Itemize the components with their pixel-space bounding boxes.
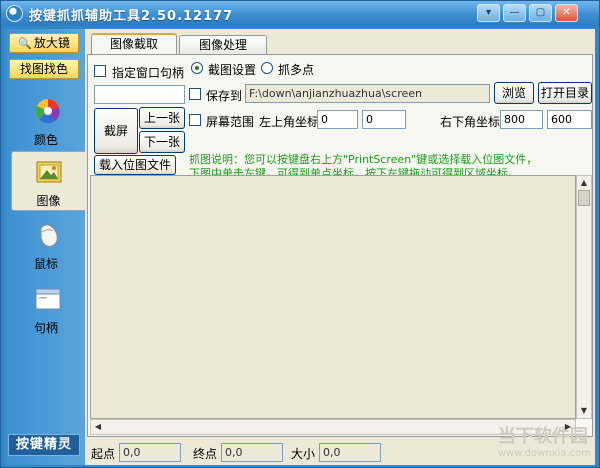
vertical-scrollbar[interactable]: ▲ ▼ — [576, 175, 592, 419]
title-bar[interactable]: 按键抓抓辅助工具2.50.12177 ▾ — ▢ ✕ — [1, 1, 599, 26]
find-image-color-button[interactable]: 找图找色 — [9, 59, 79, 79]
watermark-url: www.downxia.com — [497, 448, 591, 459]
browse-button[interactable]: 浏览 — [494, 82, 534, 104]
top-left-label: 左上角坐标 — [259, 115, 320, 129]
mouse-icon — [40, 224, 58, 247]
sidebar-item-label: 句柄 — [33, 321, 58, 335]
save-path-field[interactable]: F:\down\anjianzhuazhua\screen — [245, 84, 490, 103]
bottom-right-x-input[interactable]: 800 — [500, 110, 543, 129]
scroll-up-icon[interactable]: ▲ — [577, 176, 591, 190]
sidebar-item-color[interactable]: 颜色 — [11, 91, 81, 151]
app-window: 按键抓抓辅助工具2.50.12177 ▾ — ▢ ✕ 🔍 放大镜 找图找色 颜色… — [0, 0, 600, 468]
size-label: 大小 — [291, 447, 316, 461]
brand-logo: 按键精灵 — [8, 434, 80, 456]
maximize-button[interactable]: ▢ — [529, 4, 552, 22]
tab-image-capture[interactable]: 图像截取 — [91, 33, 177, 55]
load-bitmap-button[interactable]: 载入位图文件 — [94, 155, 176, 175]
capture-screen-button[interactable]: 截屏 — [94, 108, 138, 154]
scroll-left-icon[interactable]: ◀ — [91, 420, 105, 434]
pick-points-label: 抓多点 — [278, 63, 315, 77]
top-left-y-input[interactable]: 0 — [362, 110, 406, 129]
sidebar-item-label: 图像 — [36, 194, 61, 208]
sidebar-item-label: 鼠标 — [33, 257, 58, 271]
window-title: 按键抓抓辅助工具2.50.12177 — [29, 9, 234, 24]
magnifier-label: 放大镜 — [33, 36, 70, 50]
size-field: 0,0 — [319, 443, 381, 462]
image-icon — [36, 161, 62, 183]
magnifier-icon: 🔍 — [18, 37, 32, 50]
magnifier-button[interactable]: 🔍 放大镜 — [9, 33, 79, 53]
sidebar-item-mouse[interactable]: 鼠标 — [11, 215, 81, 275]
menu-dropdown-button[interactable]: ▾ — [477, 4, 500, 22]
window-handle-label: 指定窗口句柄 — [112, 66, 185, 80]
window-handle-icon — [35, 288, 61, 310]
client-area: 🔍 放大镜 找图找色 颜色 图像 鼠标 句柄 按键精灵 图像截取 图像处理 指定… — [5, 29, 595, 465]
end-point-label: 终点 — [193, 447, 218, 461]
start-point-label: 起点 — [91, 447, 116, 461]
screen-range-checkbox[interactable] — [189, 114, 201, 126]
close-button[interactable]: ✕ — [555, 4, 578, 22]
bottom-right-y-input[interactable]: 600 — [547, 110, 592, 129]
tab-image-processing[interactable]: 图像处理 — [179, 35, 267, 55]
scroll-down-icon[interactable]: ▼ — [577, 404, 591, 418]
previous-image-button[interactable]: 上一张 — [139, 107, 185, 129]
vertical-scroll-thumb[interactable] — [578, 190, 590, 206]
sidebar-item-image[interactable]: 图像 — [11, 151, 85, 211]
open-directory-button[interactable]: 打开目录 — [538, 82, 592, 104]
window-handle-input[interactable] — [94, 85, 185, 104]
window-handle-checkbox[interactable] — [94, 65, 106, 77]
bottom-right-label: 右下角坐标 — [440, 115, 501, 129]
capture-settings-label: 截图设置 — [208, 63, 257, 77]
image-canvas[interactable] — [90, 175, 576, 419]
main-panel: 图像截取 图像处理 指定窗口句柄 截图设置 抓多点 保存到 F:\down\an… — [85, 29, 595, 465]
color-wheel-icon — [35, 99, 60, 124]
sidebar-item-handle[interactable]: 句柄 — [11, 279, 81, 339]
pick-points-radio[interactable] — [261, 62, 273, 74]
end-point-field: 0,0 — [221, 443, 283, 462]
screen-range-label: 屏幕范围 — [206, 115, 255, 129]
start-point-field: 0,0 — [119, 443, 181, 462]
sidebar-item-label: 颜色 — [33, 133, 58, 147]
status-bar: 起点 0,0 终点 0,0 大小 0,0 当下软件园 www.downxia.c… — [85, 426, 595, 465]
minimize-button[interactable]: — — [503, 4, 526, 22]
watermark-text: 当下软件园 — [497, 426, 588, 447]
save-to-checkbox[interactable] — [189, 88, 201, 100]
capture-settings-radio[interactable] — [191, 62, 203, 74]
save-to-label: 保存到 — [206, 89, 243, 103]
app-icon — [6, 5, 23, 22]
top-left-x-input[interactable]: 0 — [317, 110, 358, 129]
sidebar: 🔍 放大镜 找图找色 颜色 图像 鼠标 句柄 按键精灵 — [5, 29, 85, 465]
watermark: 当下软件园 www.downxia.com — [498, 422, 591, 459]
next-image-button[interactable]: 下一张 — [139, 131, 185, 153]
